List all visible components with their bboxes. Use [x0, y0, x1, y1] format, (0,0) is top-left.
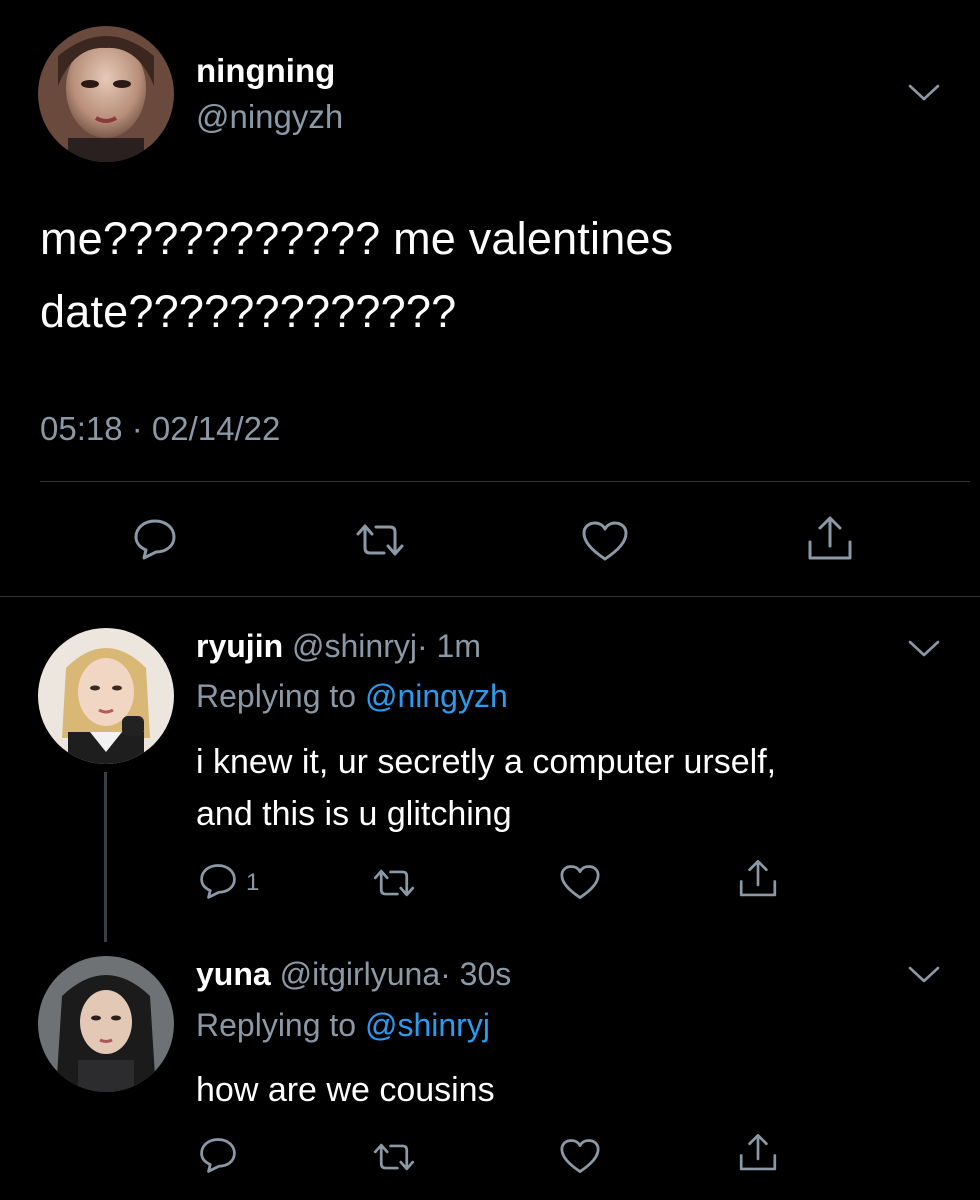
share-icon — [739, 1134, 777, 1171]
replying-to-line: Replying to @shinryj — [196, 1007, 490, 1044]
avatar-yuna[interactable] — [38, 956, 174, 1092]
section-divider — [0, 596, 980, 597]
reply-header-1: ryujin @shinryj· 1m — [196, 628, 481, 665]
reply-time[interactable]: · 30s — [440, 956, 511, 992]
avatar-ryujin[interactable] — [38, 628, 174, 764]
share-button[interactable] — [804, 514, 856, 564]
replying-to-handle-link[interactable]: @ningyzh — [365, 678, 508, 714]
reply-author-name[interactable]: yuna — [196, 956, 271, 992]
divider — [40, 481, 970, 482]
replying-to-label: Replying to — [196, 678, 365, 714]
author-display-name[interactable]: ningning — [196, 52, 335, 90]
heart-icon — [560, 865, 600, 899]
retweet-button[interactable] — [370, 866, 418, 900]
reply-header-2: yuna @itgirlyuna· 30s — [196, 956, 511, 993]
like-button[interactable] — [558, 1137, 602, 1175]
reply-text-line-2: and this is u glitching — [196, 795, 512, 833]
speech-bubble-icon — [134, 519, 176, 560]
speech-bubble-icon — [200, 864, 236, 899]
retweet-button[interactable] — [352, 520, 408, 560]
reply-text-line-1: how are we cousins — [196, 1071, 495, 1109]
share-icon — [739, 860, 777, 897]
replying-to-line: Replying to @ningyzh — [196, 678, 508, 715]
reply-author-handle[interactable]: @shinryj — [292, 628, 417, 664]
reply-time[interactable]: · 1m — [417, 628, 481, 664]
avatar-ningning[interactable] — [38, 26, 174, 162]
retweet-button[interactable] — [370, 1140, 418, 1174]
tweet-text-line-1: me??????????? me valentines — [40, 213, 674, 264]
chevron-down-icon[interactable] — [906, 82, 942, 109]
share-button[interactable] — [736, 1132, 780, 1174]
chevron-down-icon[interactable] — [906, 964, 942, 991]
retweet-icon — [356, 524, 404, 556]
retweet-icon — [373, 869, 415, 897]
like-button[interactable] — [558, 863, 602, 901]
tweet-text-line-2: date????????????? — [40, 286, 457, 337]
chevron-down-icon[interactable] — [906, 638, 942, 665]
share-icon — [808, 516, 852, 560]
reply-button[interactable] — [132, 517, 178, 561]
replying-to-handle-link[interactable]: @shinryj — [365, 1007, 490, 1043]
reply-button[interactable] — [198, 1136, 238, 1174]
share-button[interactable] — [736, 858, 780, 900]
reply-author-name[interactable]: ryujin — [196, 628, 283, 664]
speech-bubble-icon — [200, 1138, 236, 1173]
heart-icon — [560, 1139, 600, 1173]
tweet-timestamp[interactable]: 05:18 · 02/14/22 — [40, 410, 280, 448]
reply-author-handle[interactable]: @itgirlyuna — [280, 956, 441, 992]
retweet-icon — [373, 1143, 415, 1171]
reply-text-line-1: i knew it, ur secretly a computer urself… — [196, 743, 777, 781]
replying-to-label: Replying to — [196, 1007, 365, 1043]
thread-line — [104, 772, 107, 942]
like-button[interactable] — [580, 519, 630, 563]
author-handle[interactable]: @ningyzh — [196, 98, 343, 136]
heart-icon — [582, 521, 628, 561]
reply-count: 1 — [246, 869, 260, 896]
reply-button[interactable] — [198, 862, 238, 900]
